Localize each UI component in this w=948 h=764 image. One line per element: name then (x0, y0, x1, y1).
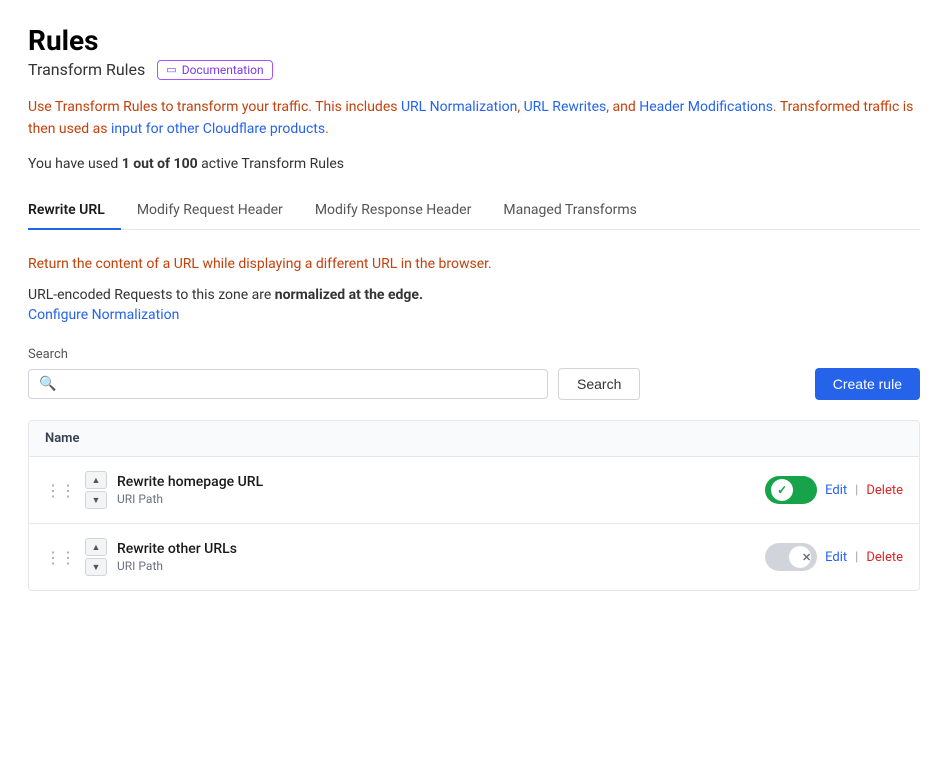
sort-up-2[interactable]: ▲ (85, 538, 107, 556)
page-title: Rules (28, 24, 920, 58)
toggle-x-icon-2: ✕ (802, 551, 811, 564)
usage-prefix: You have used (28, 156, 122, 172)
input-link[interactable]: input for other Cloudflare products (111, 121, 325, 137)
delete-link-1[interactable]: Delete (866, 483, 903, 498)
tab-modify-request-header[interactable]: Modify Request Header (121, 192, 299, 230)
search-row: 🔍 Search Create rule (28, 368, 920, 400)
normalization-text: URL-encoded Requests to this zone are no… (28, 287, 920, 303)
table-row: ⋮⋮ ▲ ▼ Rewrite homepage URL URI Path ✓ E… (29, 457, 919, 524)
search-label: Search (28, 347, 920, 362)
doc-badge-label: Documentation (182, 63, 264, 77)
toggle-1[interactable]: ✓ (765, 476, 817, 504)
edit-link-2[interactable]: Edit (825, 550, 847, 565)
sort-up-1[interactable]: ▲ (85, 471, 107, 489)
separator-2: | (855, 550, 858, 565)
normalization-bold: normalized at the edge. (275, 287, 423, 303)
delete-link-2[interactable]: Delete (866, 550, 903, 565)
doc-icon: ▭ (166, 63, 176, 76)
rule-type-1: URI Path (117, 492, 755, 506)
toggle-check-icon-1: ✓ (777, 483, 787, 497)
tabs-container: Rewrite URL Modify Request Header Modify… (28, 192, 920, 230)
section-description: Return the content of a URL while displa… (28, 254, 920, 275)
rule-info-1: Rewrite homepage URL URI Path (117, 474, 755, 506)
page-description: Use Transform Rules to transform your tr… (28, 96, 920, 141)
drag-handle-2[interactable]: ⋮⋮ (45, 548, 75, 567)
configure-normalization-link[interactable]: Configure Normalization (28, 307, 179, 323)
rule-name-2: Rewrite other URLs (117, 541, 755, 557)
drag-handle-1[interactable]: ⋮⋮ (45, 481, 75, 500)
usage-highlight: 1 out of 100 (122, 156, 198, 172)
search-button[interactable]: Search (558, 368, 640, 400)
sort-buttons-1: ▲ ▼ (85, 471, 107, 509)
create-rule-button[interactable]: Create rule (815, 368, 920, 400)
table-row: ⋮⋮ ▲ ▼ Rewrite other URLs URI Path ✕ Edi… (29, 524, 919, 590)
tab-rewrite-url[interactable]: Rewrite URL (28, 192, 121, 230)
url-normalization-link[interactable]: URL Normalization (401, 99, 517, 115)
normalization-prefix: URL-encoded Requests to this zone are (28, 287, 275, 303)
rule-name-1: Rewrite homepage URL (117, 474, 755, 490)
rule-actions-2: ✕ Edit | Delete (765, 543, 903, 571)
sort-down-2[interactable]: ▼ (85, 558, 107, 576)
sort-down-1[interactable]: ▼ (85, 491, 107, 509)
rule-actions-1: ✓ Edit | Delete (765, 476, 903, 504)
sort-buttons-2: ▲ ▼ (85, 538, 107, 576)
toggle-knob-1: ✓ (771, 479, 793, 501)
search-icon: 🔍 (39, 376, 56, 392)
toggle-2[interactable]: ✕ (765, 543, 817, 571)
separator-1: | (855, 483, 858, 498)
tab-modify-response-header[interactable]: Modify Response Header (299, 192, 488, 230)
url-rewrites-link[interactable]: URL Rewrites (524, 99, 607, 115)
search-input[interactable] (64, 376, 537, 392)
edit-link-1[interactable]: Edit (825, 483, 847, 498)
rule-type-2: URI Path (117, 559, 755, 573)
documentation-badge[interactable]: ▭ Documentation (157, 60, 272, 80)
usage-suffix: active Transform Rules (198, 156, 344, 172)
header-modifications-link[interactable]: Header Modifications (639, 99, 773, 115)
usage-text: You have used 1 out of 100 active Transf… (28, 156, 920, 172)
search-input-wrapper: 🔍 (28, 369, 548, 399)
rules-table: Name ⋮⋮ ▲ ▼ Rewrite homepage URL URI Pat… (28, 420, 920, 591)
tab-managed-transforms[interactable]: Managed Transforms (487, 192, 653, 230)
transform-rules-label: Transform Rules (28, 60, 145, 79)
rule-info-2: Rewrite other URLs URI Path (117, 541, 755, 573)
table-header-name: Name (29, 421, 919, 457)
